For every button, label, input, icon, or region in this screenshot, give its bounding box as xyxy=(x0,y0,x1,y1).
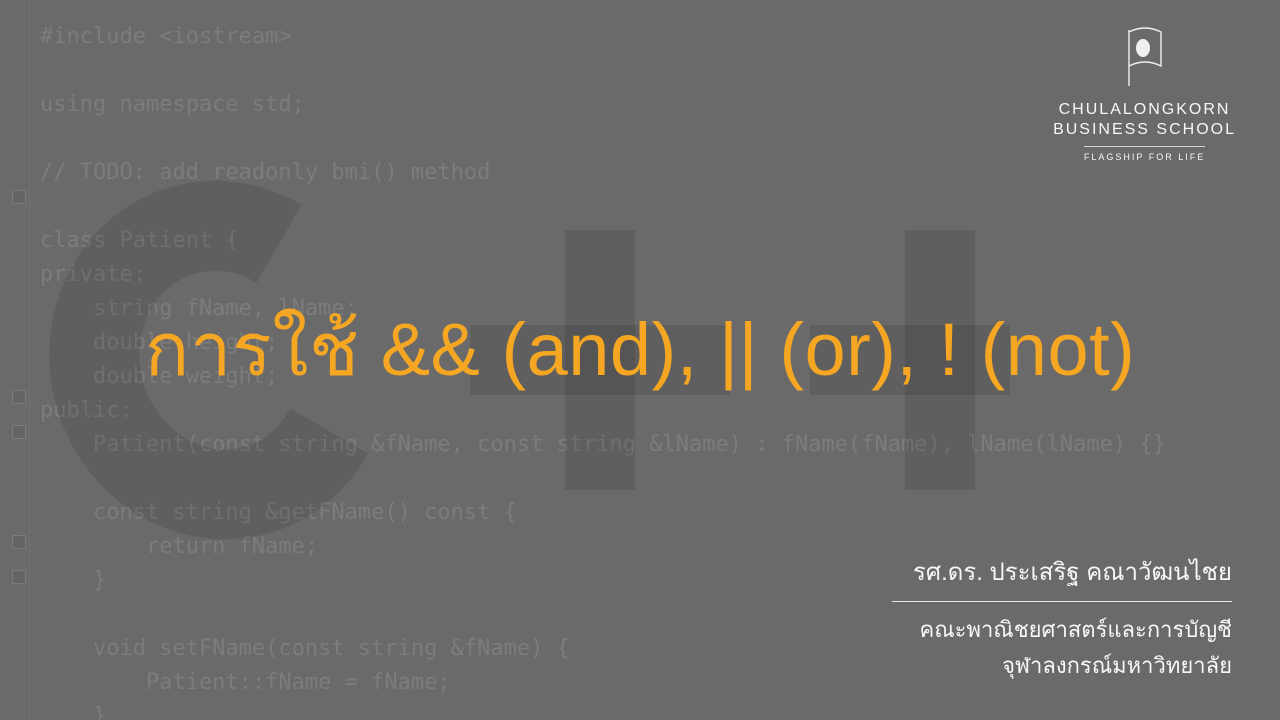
logo-tagline: FLAGSHIP FOR LIFE xyxy=(1084,146,1205,162)
slide-title: การใช้ && (and), || (or), ! (not) xyxy=(0,290,1280,408)
flag-emblem-icon xyxy=(1121,26,1169,90)
credits-block: รศ.ดร. ประเสริฐ คณาวัฒนไชย คณะพาณิชยศาสต… xyxy=(892,555,1232,684)
author-name: รศ.ดร. ประเสริฐ คณาวัฒนไชย xyxy=(892,555,1232,591)
faculty-name: คณะพาณิชยศาสตร์และการบัญชี xyxy=(892,612,1232,648)
logo-line1: CHULALONGKORN xyxy=(1053,100,1236,120)
divider xyxy=(892,601,1232,602)
logo-line2: BUSINESS SCHOOL xyxy=(1053,120,1236,140)
university-name: จุฬาลงกรณ์มหาวิทยาลัย xyxy=(892,648,1232,684)
school-logo: CHULALONGKORN BUSINESS SCHOOL FLAGSHIP F… xyxy=(1053,26,1236,165)
